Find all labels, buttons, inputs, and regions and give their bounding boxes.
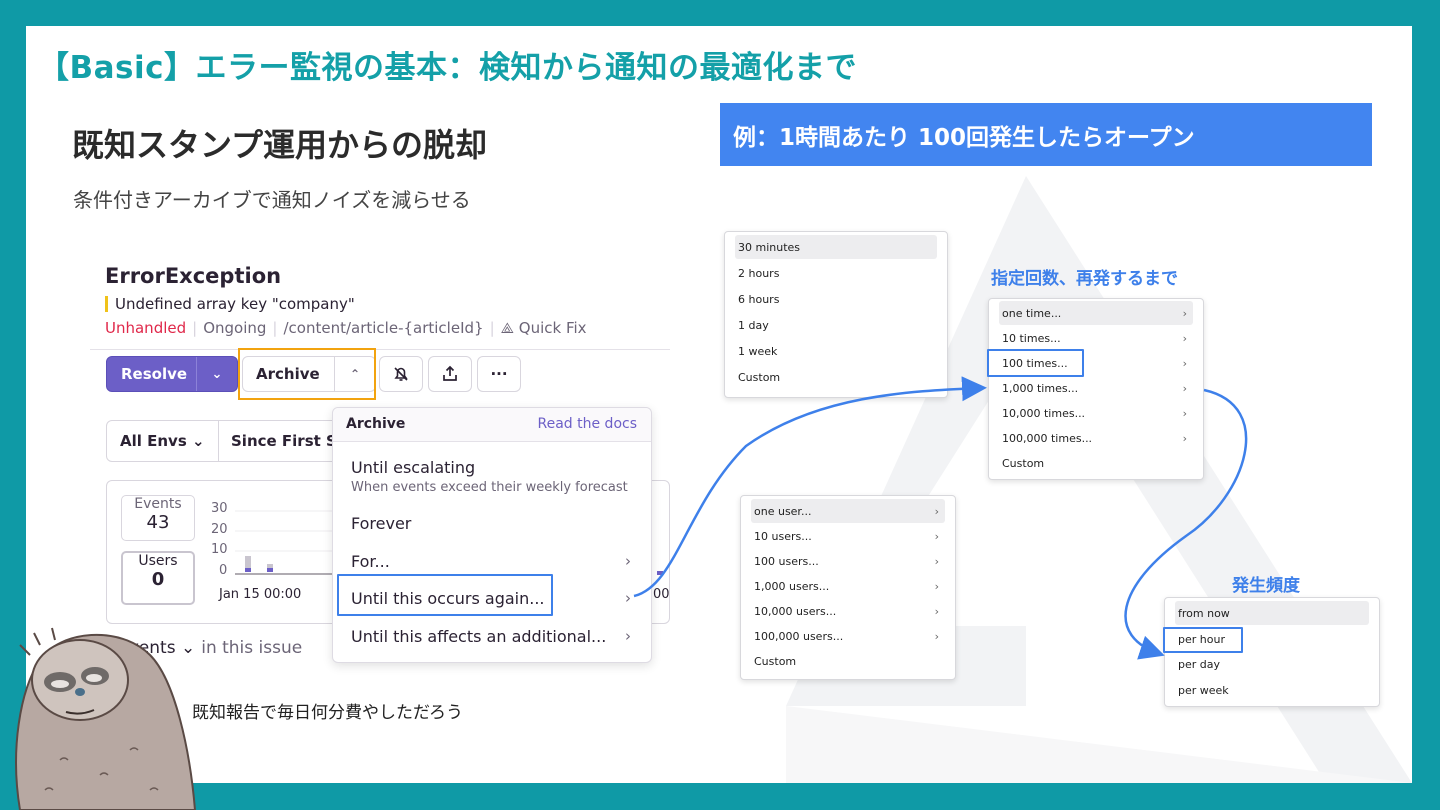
sloth-caption: 既知報告で毎日何分費やしただろう (192, 703, 463, 723)
flow-arrows (633, 376, 1248, 660)
slide: 【Basic】エラー監視の基本：検知から通知の最適化まで 既知スタンプ運用からの… (26, 26, 1412, 783)
arrow-icon (633, 376, 987, 598)
arrow-icon (1124, 388, 1248, 660)
sloth-mascot-icon (15, 627, 197, 810)
